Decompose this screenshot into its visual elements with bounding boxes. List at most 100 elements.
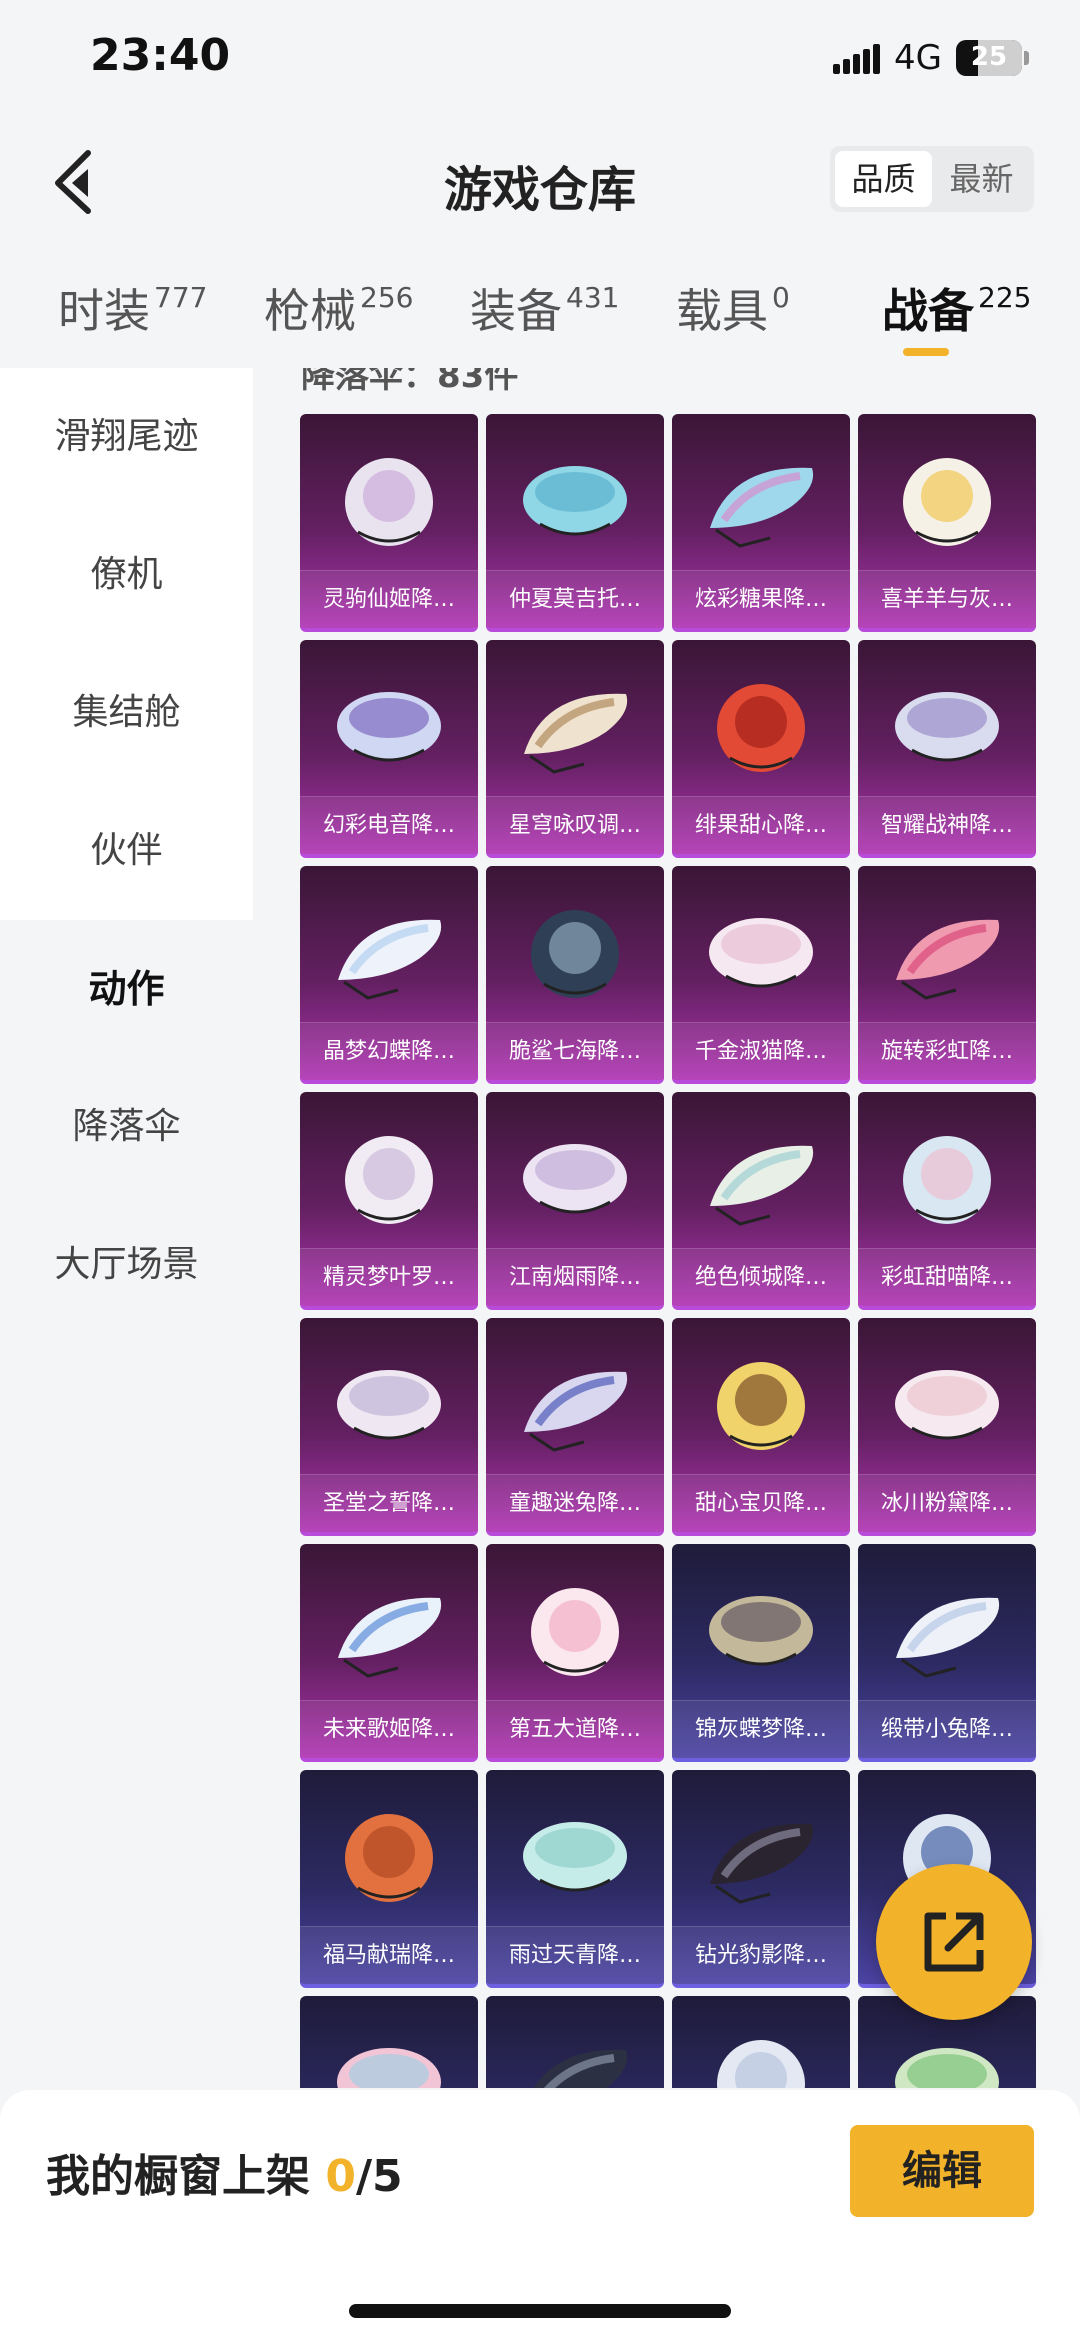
item-name: 幻彩电音降… [300, 796, 478, 854]
parachute-image [345, 458, 433, 546]
item-card[interactable]: 炫彩糖果降… [672, 414, 850, 632]
item-card[interactable]: 喜羊羊与灰… [858, 414, 1036, 632]
item-name: 绝色倾城降… [672, 1248, 850, 1306]
parachute-image [523, 1144, 627, 1214]
showcase-total: /5 [355, 2151, 403, 2202]
sidebar-item-rally-pod[interactable]: 集结舱 [0, 644, 253, 782]
parachute-image [338, 1597, 442, 1678]
sidebar-item-wingman[interactable]: 僚机 [0, 506, 253, 644]
parachute-image [710, 1823, 814, 1904]
parachute-image [895, 1370, 999, 1440]
sidebar-item-parachute[interactable]: 降落伞 [0, 1058, 253, 1196]
item-name: 精灵梦叶罗… [300, 1248, 478, 1306]
tab-equipment[interactable]: 装备 431 [470, 275, 619, 341]
edit-button[interactable]: 编辑 [850, 2125, 1034, 2217]
parachute-image [337, 1370, 441, 1440]
home-indicator [349, 2304, 731, 2318]
tab-vehicles[interactable]: 载具 0 [676, 275, 790, 341]
sidebar-item-emote[interactable]: 动作 [0, 920, 253, 1058]
parachute-image [524, 693, 628, 774]
item-card[interactable]: 第五大道降… [486, 1544, 664, 1762]
game-warehouse-screen: { "status_bar": {"time": "23:40", "netwo… [0, 0, 1080, 2339]
bottom-bar: 我的橱窗上架 0/5 编辑 [0, 2090, 1080, 2339]
parachute-image [524, 1371, 628, 1452]
sort-toggle: 品质 最新 [830, 146, 1034, 212]
item-card[interactable]: 钻光豹影降… [672, 1770, 850, 1988]
item-name: 绯果甜心降… [672, 796, 850, 854]
parachute-image [896, 1597, 1000, 1678]
parachute-image [710, 467, 814, 548]
parachute-image [903, 458, 991, 546]
parachute-image [531, 1588, 619, 1676]
tab-battle-gear[interactable]: 战备 225 [882, 275, 1031, 341]
parachute-image [903, 1136, 991, 1224]
item-card[interactable] [672, 1996, 850, 2088]
showcase-count: 0 [325, 2151, 356, 2202]
item-card[interactable]: 绝色倾城降… [672, 1092, 850, 1310]
item-card[interactable]: 江南烟雨降… [486, 1092, 664, 1310]
parachute-image [337, 692, 441, 762]
item-name: 喜羊羊与灰… [858, 570, 1036, 628]
signal-icon [833, 44, 881, 74]
item-card[interactable]: 未来歌姬降… [300, 1544, 478, 1762]
item-card[interactable]: 星穹咏叹调… [486, 640, 664, 858]
item-card[interactable]: 童趣迷兔降… [486, 1318, 664, 1536]
item-name: 星穹咏叹调… [486, 796, 664, 854]
item-name: 钻光豹影降… [672, 1926, 850, 1984]
battery-icon: 25 [956, 40, 1022, 76]
share-button[interactable] [876, 1864, 1032, 2020]
parachute-image [717, 684, 805, 772]
sidebar-item-glide-trail[interactable]: 滑翔尾迹 [0, 368, 253, 506]
item-card[interactable]: 灵驹仙姬降… [300, 414, 478, 632]
item-name: 千金淑猫降… [672, 1022, 850, 1080]
parachute-image [895, 692, 999, 762]
item-name: 第五大道降… [486, 1700, 664, 1758]
item-card[interactable]: 旋转彩虹降… [858, 866, 1036, 1084]
tab-fashion[interactable]: 时装 777 [58, 275, 207, 341]
item-card[interactable]: 雨过天青降… [486, 1770, 664, 1988]
item-name: 灵驹仙姬降… [300, 570, 478, 628]
section-title: 降落伞：83件 [301, 368, 519, 396]
item-card[interactable]: 圣堂之誓降… [300, 1318, 478, 1536]
item-card[interactable]: 冰川粉黛降… [858, 1318, 1036, 1536]
item-card[interactable]: 甜心宝贝降… [672, 1318, 850, 1536]
category-tabs: 时装 777 枪械 256 装备 431 载具 0 战备 225 [0, 255, 1080, 365]
header: 游戏仓库 品质 最新 [0, 120, 1080, 240]
sort-quality-button[interactable]: 品质 [835, 151, 932, 207]
item-card[interactable]: 千金淑猫降… [672, 866, 850, 1084]
item-name: 福马献瑞降… [300, 1926, 478, 1984]
item-name: 旋转彩虹降… [858, 1022, 1036, 1080]
item-card[interactable]: 仲夏莫吉托… [486, 414, 664, 632]
sidebar-item-lobby-scene[interactable]: 大厅场景 [0, 1196, 253, 1334]
item-name: 江南烟雨降… [486, 1248, 664, 1306]
battery-level: 25 [970, 42, 1008, 72]
item-name: 甜心宝贝降… [672, 1474, 850, 1532]
sidebar-item-partner[interactable]: 伙伴 [0, 782, 253, 920]
item-name: 圣堂之誓降… [300, 1474, 478, 1532]
item-name: 脆鲨七海降… [486, 1022, 664, 1080]
item-card[interactable]: 幻彩电音降… [300, 640, 478, 858]
item-card[interactable]: 缎带小兔降… [858, 1544, 1036, 1762]
parachute-image [710, 1145, 814, 1226]
item-name: 智耀战神降… [858, 796, 1036, 854]
item-name: 彩虹甜喵降… [858, 1248, 1036, 1306]
item-card[interactable]: 精灵梦叶罗… [300, 1092, 478, 1310]
item-card[interactable]: 晶梦幻蝶降… [300, 866, 478, 1084]
item-card[interactable] [300, 1996, 478, 2088]
item-card[interactable]: 彩虹甜喵降… [858, 1092, 1036, 1310]
parachute-image [345, 1814, 433, 1902]
item-card[interactable]: 锦灰蝶梦降… [672, 1544, 850, 1762]
tab-weapons[interactable]: 枪械 256 [264, 275, 413, 341]
parachute-image [717, 2040, 805, 2088]
item-name: 雨过天青降… [486, 1926, 664, 1984]
item-card[interactable] [486, 1996, 664, 2088]
sort-newest-button[interactable]: 最新 [933, 151, 1030, 207]
share-icon [924, 1912, 984, 1972]
active-tab-indicator [903, 348, 949, 356]
item-card[interactable]: 智耀战神降… [858, 640, 1036, 858]
item-card[interactable]: 脆鲨七海降… [486, 866, 664, 1084]
item-card[interactable]: 绯果甜心降… [672, 640, 850, 858]
parachute-image [709, 1596, 813, 1666]
network-type: 4G [894, 38, 942, 78]
item-card[interactable]: 福马献瑞降… [300, 1770, 478, 1988]
